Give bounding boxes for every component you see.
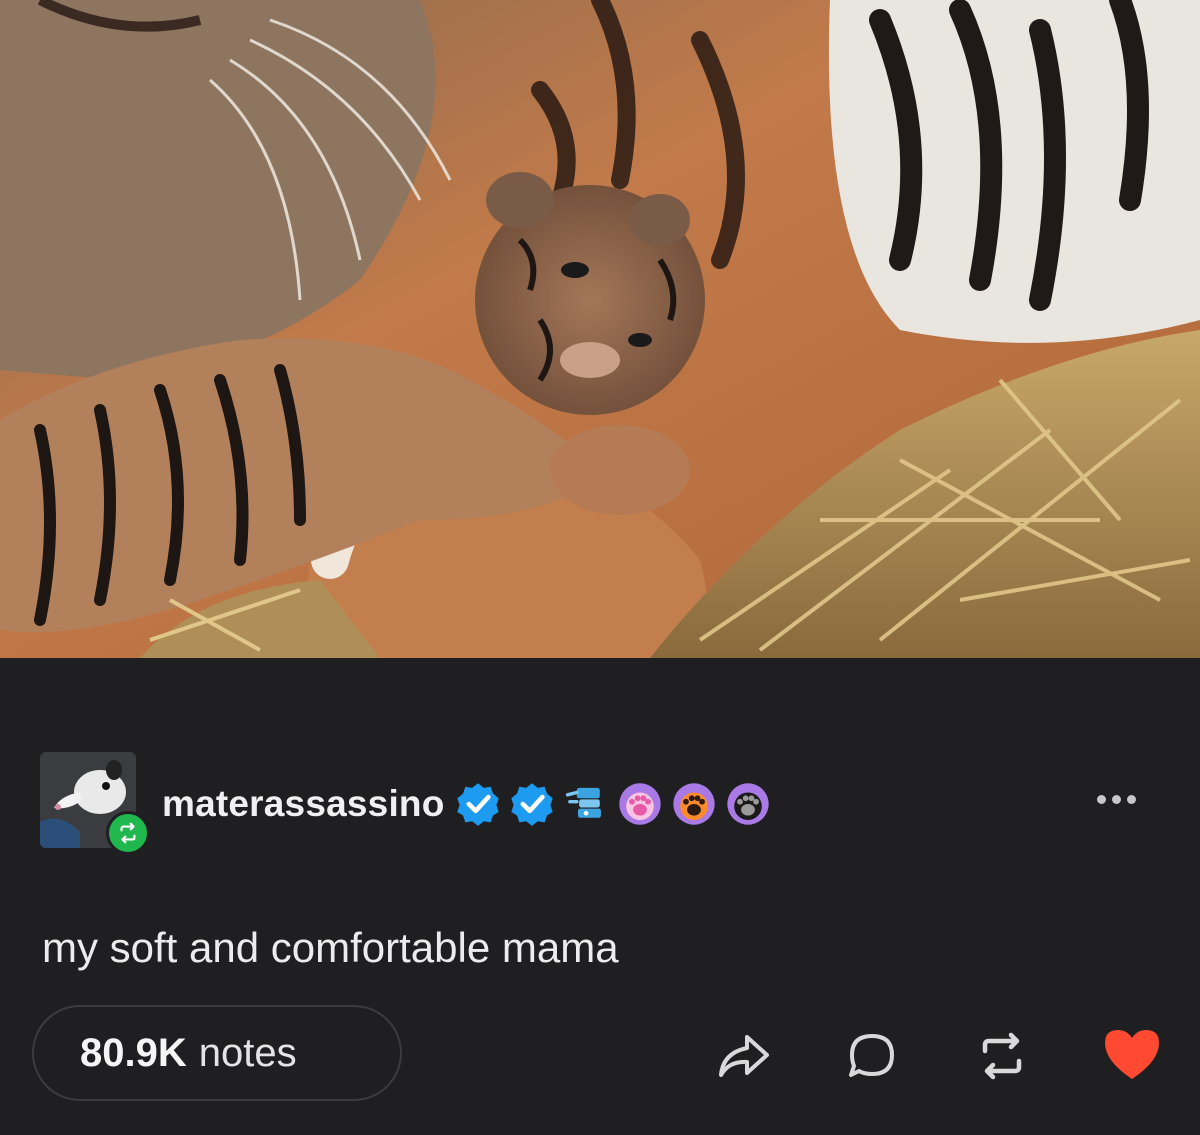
post-header: materassassino [40, 752, 1180, 855]
post-photo[interactable] [0, 0, 1200, 658]
reblog-small-icon [120, 822, 136, 844]
badge-row [454, 778, 772, 830]
more-options-icon[interactable] [1088, 784, 1144, 814]
comment-icon[interactable] [840, 1024, 904, 1088]
reblog-icon[interactable] [970, 1024, 1034, 1088]
like-heart-icon[interactable] [1100, 1022, 1164, 1086]
notes-button[interactable]: 80.9K notes [32, 1005, 402, 1101]
reblog-badge [106, 811, 150, 855]
share-icon[interactable] [712, 1024, 776, 1088]
dark-paw-badge[interactable] [724, 780, 772, 828]
pink-paw-badge[interactable] [616, 780, 664, 828]
username[interactable]: materassassino [162, 782, 445, 826]
notes-label: notes [198, 1030, 297, 1075]
post-caption: my soft and comfortable mama [42, 924, 619, 971]
verified-check-badge[interactable] [454, 780, 502, 828]
notes-count: 80.9K [80, 1030, 187, 1075]
blue-robot-badge[interactable] [562, 780, 610, 828]
orange-paw-badge[interactable] [670, 780, 718, 828]
verified-check-badge[interactable] [508, 780, 556, 828]
